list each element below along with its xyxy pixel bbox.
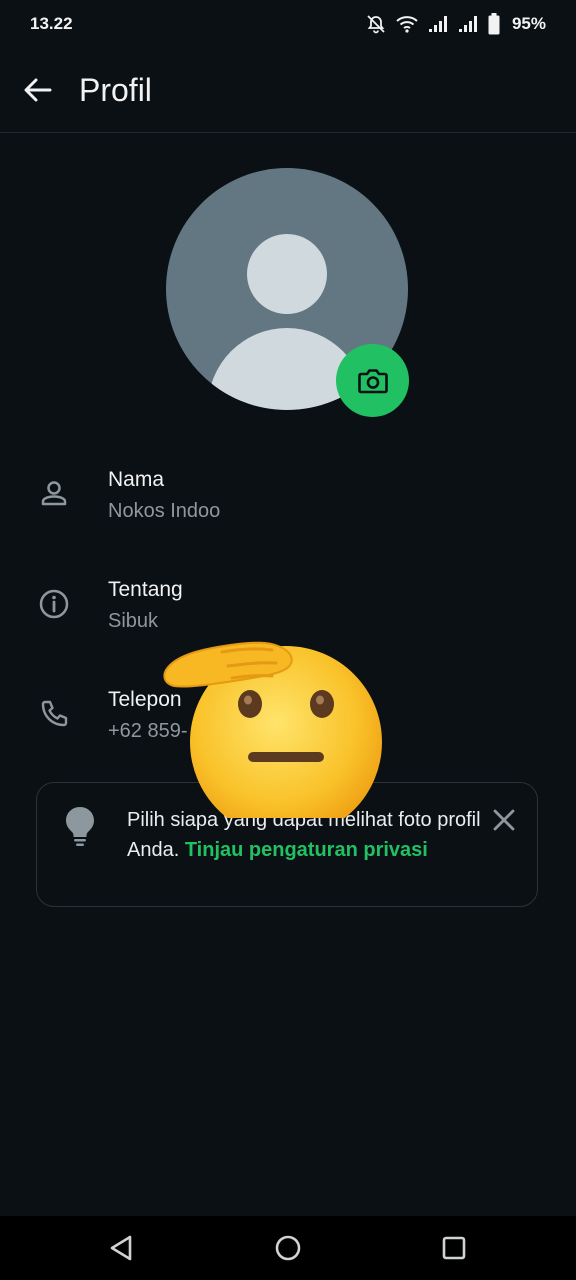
privacy-settings-link[interactable]: Tinjau pengaturan privasi xyxy=(185,839,428,861)
recents-nav-icon[interactable] xyxy=(438,1232,470,1264)
saluting-face-emoji xyxy=(163,641,382,818)
battery-percent: 95% xyxy=(511,14,546,33)
home-nav-icon[interactable] xyxy=(272,1232,304,1264)
about-value: Sibuk xyxy=(108,610,159,632)
phone-icon xyxy=(41,700,68,727)
name-label: Nama xyxy=(108,468,165,491)
lightbulb-icon xyxy=(66,807,94,846)
status-time: 13.22 xyxy=(30,14,73,33)
info-icon xyxy=(39,589,69,619)
person-icon xyxy=(41,481,67,506)
back-button[interactable] xyxy=(20,72,56,108)
signal-icon xyxy=(428,16,447,32)
about-label: Tentang xyxy=(108,578,183,601)
app-bar: Profil xyxy=(0,48,576,133)
close-icon[interactable] xyxy=(489,805,519,835)
profile-photo-section xyxy=(166,168,410,417)
name-row[interactable]: Nama Nokos Indoo xyxy=(0,450,576,550)
status-icons: 95% xyxy=(366,12,546,36)
avatar-placeholder-head xyxy=(247,234,327,314)
bell-off-icon xyxy=(367,15,385,34)
battery-icon xyxy=(488,13,500,35)
name-value: Nokos Indoo xyxy=(108,500,221,522)
arrow-left-icon xyxy=(24,78,52,102)
change-photo-button[interactable] xyxy=(336,344,409,417)
system-nav-bar xyxy=(0,1216,576,1280)
camera-icon xyxy=(357,368,388,393)
status-bar: 13.22 95% xyxy=(0,0,576,48)
wifi-icon xyxy=(396,16,418,33)
page-title: Profil xyxy=(79,72,152,108)
back-nav-icon[interactable] xyxy=(106,1232,138,1264)
signal-icon xyxy=(458,16,477,32)
